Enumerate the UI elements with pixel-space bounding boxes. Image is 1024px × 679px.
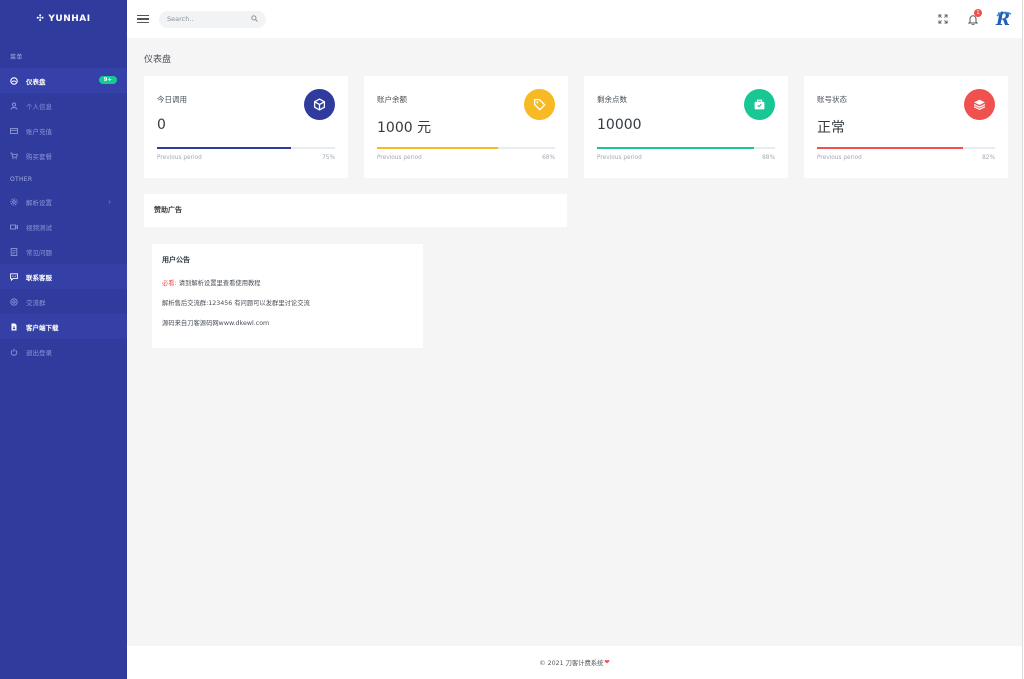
sidebar-item-label: 解析设置 xyxy=(26,198,52,207)
progress-bar xyxy=(597,147,775,149)
sidebar-item-label: 交流群 xyxy=(26,298,46,307)
sidebar-item-group[interactable]: 交流群 xyxy=(0,289,127,314)
sidebar-item-label: 联系客服 xyxy=(26,273,52,282)
stat-footer-label: Previous period xyxy=(597,155,642,161)
sidebar-item-dashboard[interactable]: 仪表盘 9+ xyxy=(0,68,127,93)
stat-value: 1000 元 xyxy=(377,120,432,136)
progress-fill xyxy=(157,147,291,149)
ad-title: 赞助广告 xyxy=(154,206,182,214)
footer-copyright: © 2021 刀客计费系统 xyxy=(539,660,604,667)
notice-line-1-text: 请到解析设置里查看使用教程 xyxy=(176,280,261,287)
sidebar-item-label: 常见问题 xyxy=(26,248,52,257)
gear-icon xyxy=(10,197,18,206)
dashboard-icon xyxy=(10,76,18,85)
chat-icon xyxy=(10,272,18,281)
sidebar-item-label: 退出登录 xyxy=(26,348,52,357)
sidebar-item-buy-plan[interactable]: 购买套餐 xyxy=(0,143,127,168)
stat-value: 10000 xyxy=(597,117,642,133)
stat-percent: 75% xyxy=(322,155,335,161)
sidebar-item-contact-support[interactable]: 联系客服 xyxy=(0,264,127,289)
stat-label: 今日调用 xyxy=(157,95,187,104)
menu-section-title: 菜单 xyxy=(10,54,23,61)
sidebar-item-client-download[interactable]: 客户端下载 xyxy=(0,314,127,339)
power-icon xyxy=(10,348,18,356)
sidebar: ✣ YUNHAI 菜单 仪表盘 9+ 个人信息 账户充值 购买套餐 OTHER … xyxy=(0,0,127,679)
chevron-right-icon: › xyxy=(108,197,111,206)
user-icon xyxy=(10,102,18,110)
avatar[interactable]: R xyxy=(992,7,1016,31)
heart-icon: ❤ xyxy=(604,659,610,666)
sidebar-item-logout[interactable]: 退出登录 xyxy=(0,339,127,364)
stat-label: 账号状态 xyxy=(817,95,847,104)
sidebar-item-profile[interactable]: 个人信息 xyxy=(0,93,127,118)
notification-count-badge: 1 xyxy=(974,8,982,17)
stat-card-balance: 账户余额 1000 元 Previous period 68% xyxy=(364,76,568,178)
group-icon xyxy=(10,297,18,306)
document-icon xyxy=(10,247,18,256)
notice-line-3: 源码来自刀客源码网www.dkewl.com xyxy=(162,320,270,327)
progress-bar xyxy=(157,147,335,149)
stat-percent: 88% xyxy=(762,155,775,161)
sidebar-item-label: 账户充值 xyxy=(26,127,52,136)
menu-toggle-icon[interactable] xyxy=(137,14,149,24)
notification-badge: 9+ xyxy=(98,76,117,84)
stat-label: 账户余额 xyxy=(377,95,407,104)
cube-icon xyxy=(304,89,335,120)
logo-icon: ✣ xyxy=(36,14,45,24)
sidebar-item-label: 购买套餐 xyxy=(26,152,52,161)
sponsor-ad-card: 赞助广告 xyxy=(144,194,567,227)
stat-value: 正常 xyxy=(817,120,845,136)
sidebar-item-faq[interactable]: 常见问题 xyxy=(0,239,127,264)
sidebar-item-parse-settings[interactable]: 解析设置 › xyxy=(0,189,127,214)
stat-percent: 68% xyxy=(542,155,555,161)
notice-required-label: 必看: xyxy=(162,280,177,287)
briefcase-icon xyxy=(744,89,775,120)
stat-card-account-status: 账号状态 正常 Previous period 82% xyxy=(804,76,1008,178)
sidebar-item-label: 个人信息 xyxy=(26,102,52,111)
stat-footer-label: Previous period xyxy=(157,155,202,161)
notice-line-2: 解析售后交流群:123456 有问题可以发群里讨论交流 xyxy=(162,300,310,307)
stat-footer-label: Previous period xyxy=(817,155,862,161)
progress-fill xyxy=(817,147,963,149)
stat-percent: 82% xyxy=(982,155,995,161)
stat-label: 剩余点数 xyxy=(597,95,627,104)
notification-bell-icon[interactable]: 1 xyxy=(958,8,988,25)
page-footer: © 2021 刀客计费系统 ❤ xyxy=(127,646,1022,679)
progress-bar xyxy=(377,147,555,149)
stat-value: 0 xyxy=(157,117,166,133)
brand-logo[interactable]: ✣ YUNHAI xyxy=(0,0,127,38)
progress-fill xyxy=(597,147,754,149)
sidebar-item-label: 客户端下载 xyxy=(26,323,59,332)
sidebar-item-label: 视频测试 xyxy=(26,223,52,232)
main-content: 仪表盘 今日调用 0 Previous period 75% 账户余额 1000… xyxy=(127,38,1022,646)
top-header: 1 R xyxy=(127,0,1022,38)
card-icon xyxy=(10,127,18,135)
page-title: 仪表盘 xyxy=(144,55,172,65)
fullscreen-icon[interactable] xyxy=(928,14,958,24)
progress-bar xyxy=(817,147,995,149)
layers-icon xyxy=(964,89,995,120)
sidebar-item-video-test[interactable]: 视频测试 xyxy=(0,214,127,239)
stat-card-calls-today: 今日调用 0 Previous period 75% xyxy=(144,76,348,178)
brand-name: YUNHAI xyxy=(48,14,91,24)
tag-icon xyxy=(524,89,555,120)
cart-icon xyxy=(10,152,18,160)
sidebar-item-label: 仪表盘 xyxy=(26,77,46,86)
user-notice-card: 用户公告 必看: 请到解析设置里查看使用教程 解析售后交流群:123456 有问… xyxy=(152,244,423,348)
notice-line-1: 必看: 请到解析设置里查看使用教程 xyxy=(162,278,261,287)
stat-card-points: 剩余点数 10000 Previous period 88% xyxy=(584,76,788,178)
stat-footer-label: Previous period xyxy=(377,155,422,161)
download-icon xyxy=(10,323,18,331)
search-icon[interactable] xyxy=(251,14,258,24)
search-box[interactable] xyxy=(159,10,266,28)
search-input[interactable] xyxy=(167,15,247,23)
video-icon xyxy=(10,223,18,231)
other-section-title: OTHER xyxy=(10,176,33,183)
sidebar-item-recharge[interactable]: 账户充值 xyxy=(0,118,127,143)
progress-fill xyxy=(377,147,499,149)
notice-title: 用户公告 xyxy=(162,256,190,264)
